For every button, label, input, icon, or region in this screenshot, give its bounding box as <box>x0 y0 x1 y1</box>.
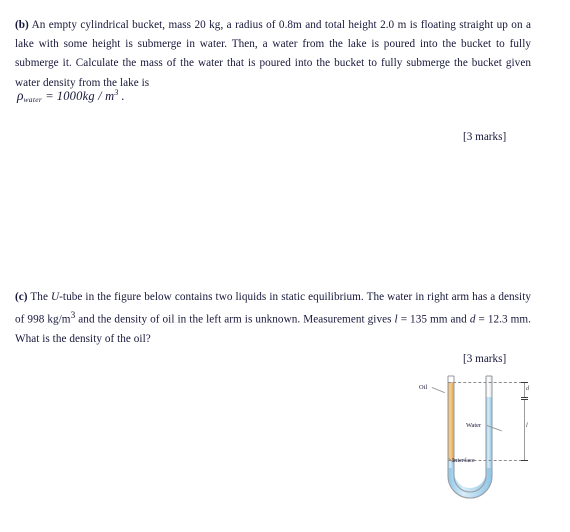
u-bend-fill-lower <box>448 468 492 498</box>
tick-d-top <box>521 382 528 383</box>
question-b-marks: [3 marks] <box>463 131 507 143</box>
question-b-label: (b) <box>15 19 29 31</box>
formula-equals: = <box>45 89 54 103</box>
oil-label: Oil <box>419 384 428 391</box>
formula-unit: kg / m <box>82 89 115 103</box>
guide-line-top <box>448 382 522 383</box>
formula-trailing-period: . <box>121 89 125 103</box>
dimension-bar-d <box>524 383 525 397</box>
rho-subscript: water <box>23 95 43 104</box>
u-tube-italic: U <box>51 291 60 303</box>
dimension-label-d: d <box>526 385 530 392</box>
tube-inner-wall <box>453 376 487 493</box>
right-arm-empty <box>486 376 492 397</box>
question-c-text-part3: and the density of oil in the left arm i… <box>75 313 395 326</box>
tick-d-bottom <box>521 397 528 398</box>
interface-label: Interface <box>452 457 475 464</box>
oil-column <box>448 382 454 461</box>
water-density-formula: ρwater = 1000kg / m3 . <box>17 88 125 104</box>
question-c-paragraph: (c) The U-tube in the figure below conta… <box>15 288 531 349</box>
document-page: (b) An empty cylindrical bucket, mass 20… <box>0 0 570 532</box>
water-label: Water <box>466 422 482 429</box>
question-c-text-part1: The <box>30 291 52 303</box>
dimension-bar-l <box>524 399 525 460</box>
dimension-label-l: l <box>526 422 528 429</box>
formula-value: 1000 <box>56 89 83 103</box>
question-c-marks: [3 marks] <box>463 353 507 365</box>
question-c-text-part4: = 135 mm and <box>397 313 470 326</box>
tick-l-bottom <box>521 460 528 461</box>
question-b-text: An empty cylindrical bucket, mass 20 kg,… <box>15 19 531 89</box>
question-b-paragraph: (b) An empty cylindrical bucket, mass 20… <box>15 16 531 93</box>
u-tube-figure: Oil Water Interface d l <box>418 372 570 530</box>
formula-exponent: 3 <box>114 88 119 97</box>
u-tube-drawing <box>447 375 493 499</box>
tick-l-top <box>521 399 528 400</box>
question-c-label: (c) <box>15 291 28 303</box>
water-column <box>486 397 492 479</box>
